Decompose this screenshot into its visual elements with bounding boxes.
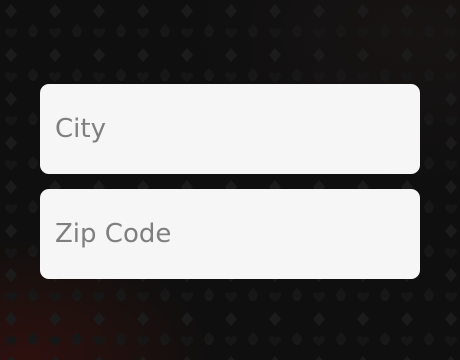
zip-code-field[interactable] [40, 189, 420, 279]
city-field[interactable] [40, 84, 420, 174]
zip-code-input[interactable] [55, 219, 405, 249]
card-suit-pattern-background [0, 0, 460, 360]
city-input[interactable] [55, 114, 405, 144]
